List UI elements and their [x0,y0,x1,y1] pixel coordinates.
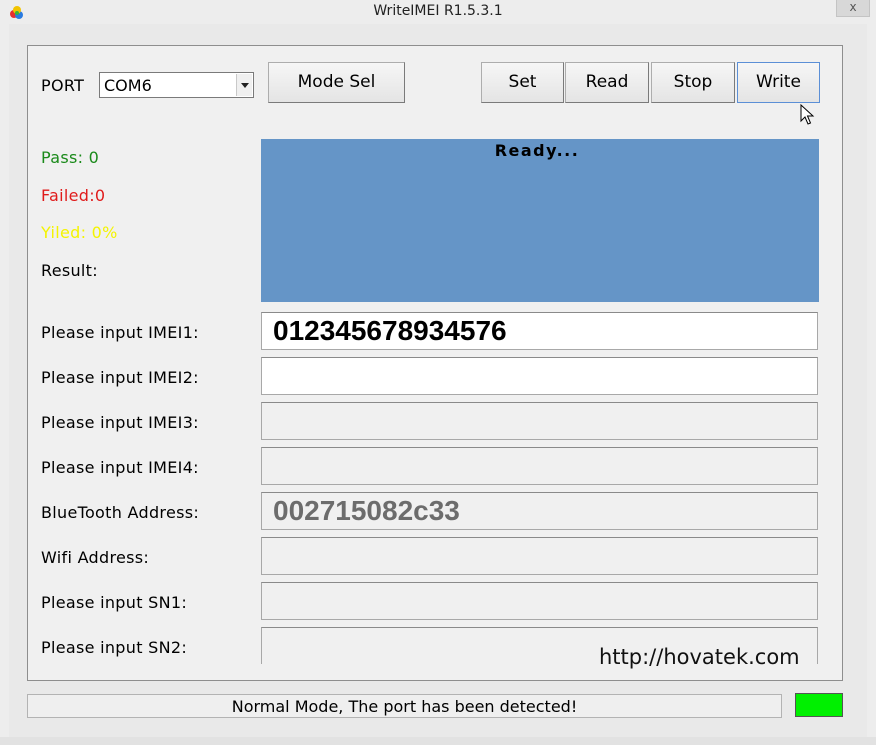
write-button[interactable]: Write [737,62,820,103]
imei3-label: Please input IMEI3: [41,413,199,432]
status-bar-text: Normal Mode, The port has been detected! [231,697,578,716]
mouse-pointer-icon [800,104,815,125]
close-button[interactable]: x [836,0,870,17]
window-frame-right [867,24,876,745]
bluetooth-address-label: BlueTooth Address: [41,503,200,522]
imei3-input[interactable] [261,402,818,440]
imei1-input[interactable]: 012345678934576 [261,312,818,350]
bluetooth-address-input[interactable]: 002715082c33 [261,492,818,530]
watermark-text: http://hovatek.com [599,645,800,669]
set-button[interactable]: Set [481,62,564,103]
imei4-label: Please input IMEI4: [41,458,199,477]
status-display-text: Ready... [494,141,580,160]
chevron-down-icon[interactable] [236,74,252,96]
result-label: Result: [41,261,98,280]
imei1-label: Please input IMEI1: [41,323,199,342]
mode-sel-button[interactable]: Mode Sel [268,62,405,103]
sn2-label: Please input SN2: [41,638,188,657]
status-bar: Normal Mode, The port has been detected! [27,694,782,718]
port-select[interactable]: COM6 [99,72,254,98]
sn1-label: Please input SN1: [41,593,188,612]
bluetooth-address-value: 002715082c33 [273,495,460,526]
window-frame-left [0,24,9,745]
read-button[interactable]: Read [565,62,649,103]
imei1-value: 012345678934576 [273,315,507,346]
pass-count: Pass: 0 [41,148,100,167]
imei4-input[interactable] [261,447,818,485]
failed-count: Failed:0 [41,186,106,205]
imei2-label: Please input IMEI2: [41,368,199,387]
sn1-input[interactable] [261,582,818,620]
port-select-value: COM6 [104,76,152,95]
yield-percent: Yiled: 0% [41,223,118,242]
port-label: PORT [41,76,85,95]
wifi-address-label: Wifi Address: [41,548,150,567]
wifi-address-input[interactable] [261,537,818,575]
stop-button[interactable]: Stop [651,62,735,103]
status-display: Ready... [261,139,819,302]
bottom-strip [0,737,876,745]
connection-indicator [795,693,843,717]
window-title: WriteIMEI R1.5.3.1 [373,3,503,19]
imei2-input[interactable] [261,357,818,395]
